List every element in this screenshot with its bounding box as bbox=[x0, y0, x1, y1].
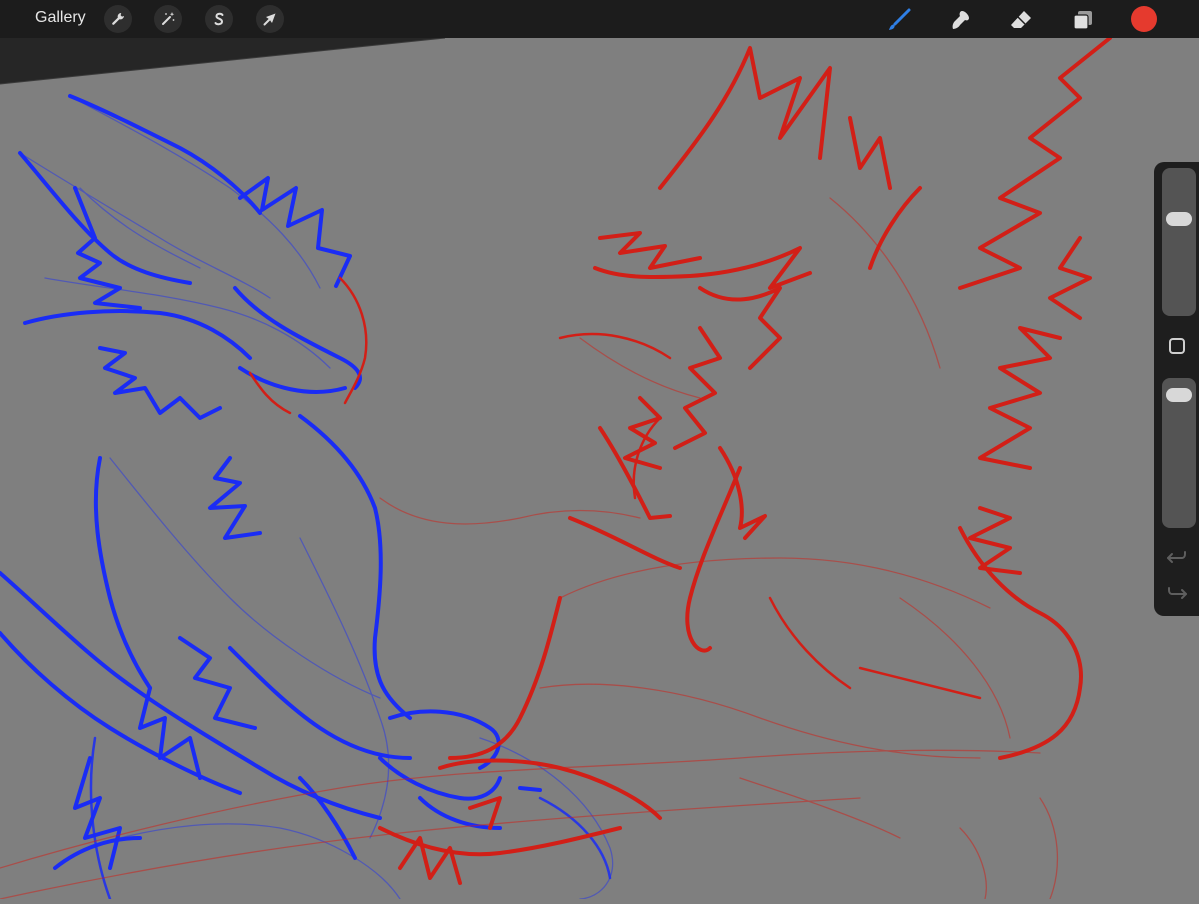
gallery-button[interactable]: Gallery bbox=[35, 9, 86, 27]
s-selection-icon bbox=[214, 12, 224, 26]
smudge-tool-button[interactable] bbox=[945, 5, 975, 35]
undo-icon bbox=[1167, 551, 1186, 563]
adjustments-button[interactable] bbox=[154, 5, 182, 33]
magic-wand-icon bbox=[162, 12, 175, 25]
color-swatch[interactable] bbox=[1131, 6, 1157, 32]
selection-button[interactable] bbox=[205, 5, 233, 33]
opacity-slider[interactable] bbox=[1162, 378, 1196, 528]
eraser-tool-button[interactable] bbox=[1006, 5, 1036, 35]
opacity-handle[interactable] bbox=[1166, 388, 1192, 403]
redo-button[interactable] bbox=[1166, 582, 1188, 604]
layers-button[interactable] bbox=[1068, 5, 1098, 35]
canvas-artwork bbox=[0, 36, 1112, 901]
top-toolbar: Gallery bbox=[0, 0, 1199, 38]
layers-icon bbox=[1073, 11, 1092, 30]
drawing-canvas[interactable] bbox=[0, 36, 1199, 901]
transform-button[interactable] bbox=[256, 5, 284, 33]
brush-icon bbox=[889, 8, 911, 30]
brush-size-slider[interactable] bbox=[1162, 168, 1196, 316]
actions-button[interactable] bbox=[104, 5, 132, 33]
brush-size-handle[interactable] bbox=[1166, 212, 1192, 227]
undo-button[interactable] bbox=[1166, 546, 1188, 568]
blue-character-sketch bbox=[0, 94, 614, 901]
modify-button[interactable] bbox=[1169, 338, 1185, 354]
redo-icon bbox=[1168, 587, 1187, 599]
smudge-icon bbox=[952, 11, 969, 29]
wrench-icon bbox=[112, 13, 124, 25]
red-character-sketch bbox=[0, 36, 1112, 900]
brush-sidebar bbox=[1154, 162, 1199, 616]
eraser-icon bbox=[1011, 11, 1031, 28]
brush-tool-button[interactable] bbox=[884, 5, 914, 35]
arrow-cursor-icon bbox=[263, 13, 276, 26]
